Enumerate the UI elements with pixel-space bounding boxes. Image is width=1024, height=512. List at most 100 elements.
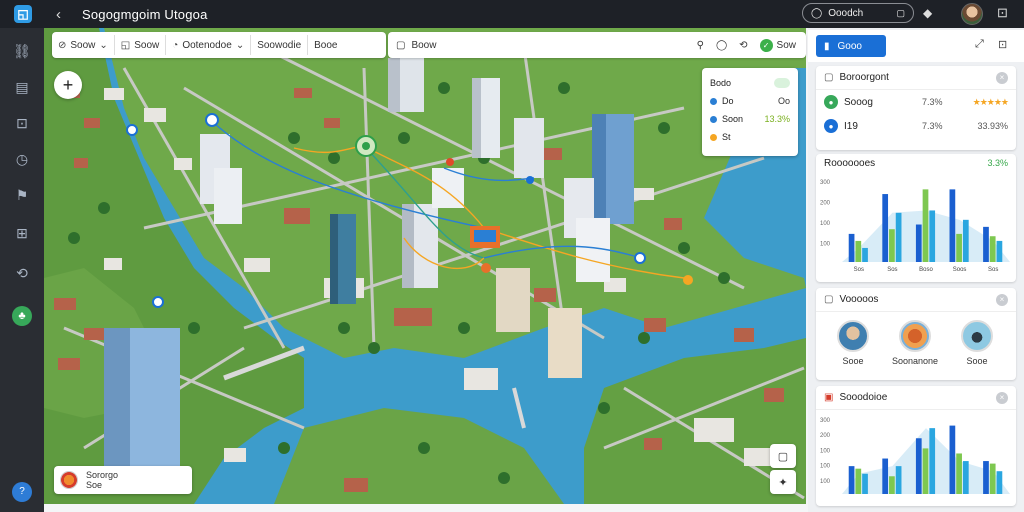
- chart-bar[interactable]: [889, 229, 895, 262]
- venue-thumbnail: [899, 320, 931, 352]
- primary-button-label: Gooo: [837, 40, 862, 52]
- route-icon[interactable]: ⚑: [12, 186, 32, 204]
- logo[interactable]: ◱: [8, 2, 38, 26]
- bar-chart-1: 300 200 100 100 Sos Sos Boso Soos Sos: [820, 180, 1010, 273]
- legend-label: Bodo: [710, 78, 732, 88]
- back-arrow-icon[interactable]: ‹: [56, 6, 76, 23]
- filter-chip-5[interactable]: Booe: [308, 35, 343, 55]
- shield-icon: ◔: [172, 39, 179, 51]
- chart-bar[interactable]: [929, 428, 936, 494]
- x-category-label: Sos: [887, 267, 897, 273]
- search-box[interactable]: ◯ Ooodch ▢: [802, 3, 914, 23]
- chart-bar[interactable]: [915, 438, 922, 494]
- chart-bar[interactable]: [949, 189, 956, 262]
- chart-title: Rooooooes: [824, 157, 876, 169]
- filter-chip-4[interactable]: Soowodie: [251, 35, 309, 55]
- row-label: Sooog: [844, 96, 873, 108]
- close-icon[interactable]: ×: [996, 293, 1008, 306]
- chart-bar[interactable]: [882, 194, 889, 262]
- layers-icon[interactable]: ⊡: [12, 114, 32, 132]
- search-map-icon[interactable]: ⚲: [697, 40, 704, 51]
- chart-bar[interactable]: [949, 425, 956, 494]
- legend-row: Bodo: [710, 74, 790, 92]
- legend-label: St: [722, 132, 731, 142]
- map-compass-button[interactable]: ✦: [770, 470, 796, 494]
- chart-header: Rooooooes 3.3%: [816, 154, 1016, 172]
- summary-row[interactable]: ● Sooog 7.3% ★★★★★: [816, 90, 1016, 114]
- location-marker-icon: [60, 471, 78, 489]
- primary-button[interactable]: ▮ Gooo: [816, 35, 886, 57]
- link-icon[interactable]: ⟲: [12, 264, 32, 282]
- app-title: Sogogmgoim Utogoa: [82, 6, 208, 22]
- chart-bar[interactable]: [983, 461, 989, 494]
- chart-bar[interactable]: [989, 463, 996, 494]
- chart-bar[interactable]: [983, 226, 989, 262]
- filter-chip-1[interactable]: ⊘ Soow ⌄: [52, 35, 115, 55]
- city-map[interactable]: [44, 28, 806, 504]
- cube-icon[interactable]: ◆: [923, 6, 932, 20]
- map-canvas: [44, 28, 806, 504]
- chart-bar[interactable]: [956, 453, 962, 494]
- chart-bar[interactable]: [915, 224, 922, 262]
- chart-bar[interactable]: [956, 233, 962, 262]
- help-icon[interactable]: ?: [12, 482, 32, 502]
- y-tick-label: 300: [820, 418, 831, 424]
- legend-value: Oo: [777, 96, 790, 106]
- chart-bar[interactable]: [855, 240, 862, 262]
- y-tick-label: 200: [820, 201, 831, 207]
- fullscreen-icon[interactable]: ⊡: [998, 38, 1007, 51]
- exit-icon[interactable]: ⊡: [997, 5, 1008, 21]
- eco-icon[interactable]: ♣: [12, 306, 32, 326]
- chart-bar[interactable]: [848, 466, 855, 494]
- map-location-badge[interactable]: Sororgo Soe: [54, 466, 192, 494]
- chart-bar[interactable]: [862, 247, 868, 262]
- grid-icon[interactable]: ⊞: [12, 224, 32, 242]
- chart-bar[interactable]: [855, 468, 862, 494]
- map-secondary-toolbar: ▢ Boow ⚲ ◯ ⟲ ✓ Sow: [388, 32, 806, 58]
- comment-icon[interactable]: ◯: [716, 40, 727, 51]
- map-layers-button[interactable]: ▢: [770, 444, 796, 468]
- left-sidebar: ⛓ ▤ ⊡ ◷ ⚑ ⊞ ⟲ ♣ ?: [0, 28, 44, 512]
- filter-chip-3[interactable]: ◔ Ootenodoe ⌄: [166, 35, 252, 55]
- history-icon[interactable]: ◷: [12, 150, 32, 168]
- chart-bar[interactable]: [862, 473, 868, 494]
- layer-icon: ◱: [120, 39, 131, 51]
- add-button[interactable]: +: [54, 71, 82, 99]
- summary-row[interactable]: ● I19 7.3% 33.93%: [816, 114, 1016, 138]
- dashboard-icon[interactable]: ▤: [12, 78, 32, 96]
- chart-bar[interactable]: [962, 461, 969, 494]
- venue-item[interactable]: Sooe: [826, 320, 880, 366]
- venue-item[interactable]: Sooe: [950, 320, 1004, 366]
- chart-bar[interactable]: [996, 240, 1003, 262]
- chart-bar[interactable]: [922, 448, 929, 494]
- share-icon[interactable]: ⟲: [739, 40, 747, 51]
- avatar[interactable]: [961, 3, 983, 25]
- chart-bar[interactable]: [996, 471, 1003, 494]
- chart-bar[interactable]: [848, 233, 855, 262]
- chart-bar[interactable]: [989, 236, 996, 262]
- expand-icon[interactable]: ⤢: [975, 38, 984, 51]
- filter-label: Soow: [134, 39, 160, 51]
- chart-bar[interactable]: [922, 189, 929, 262]
- legend-label: Do: [722, 96, 734, 106]
- y-tick-label: 100: [820, 242, 831, 248]
- close-icon[interactable]: ×: [996, 391, 1008, 404]
- network-icon[interactable]: ⛓: [12, 42, 32, 60]
- chart-bar[interactable]: [882, 458, 889, 494]
- chart-bar[interactable]: [889, 476, 895, 494]
- venue-item[interactable]: Soonanone: [888, 320, 942, 366]
- map-legend: Bodo Do Oo Soon 13.3% St: [702, 68, 798, 156]
- status-toggle[interactable]: ✓ Sow: [759, 38, 796, 52]
- x-category-label: Sos: [988, 267, 998, 273]
- chart-bar[interactable]: [895, 466, 902, 494]
- filter-chip-2[interactable]: ◱ Soow: [115, 35, 167, 55]
- mic-icon[interactable]: ▢: [896, 8, 905, 19]
- chart-bar[interactable]: [962, 219, 969, 262]
- x-category-label: Boso: [919, 267, 933, 273]
- x-category-label: Sos: [854, 267, 864, 273]
- chart-bar[interactable]: [929, 210, 936, 262]
- close-icon[interactable]: ×: [996, 71, 1008, 84]
- chart-bar[interactable]: [895, 212, 902, 262]
- legend-value: 13.3%: [764, 114, 790, 124]
- status-icon: ●: [824, 95, 838, 109]
